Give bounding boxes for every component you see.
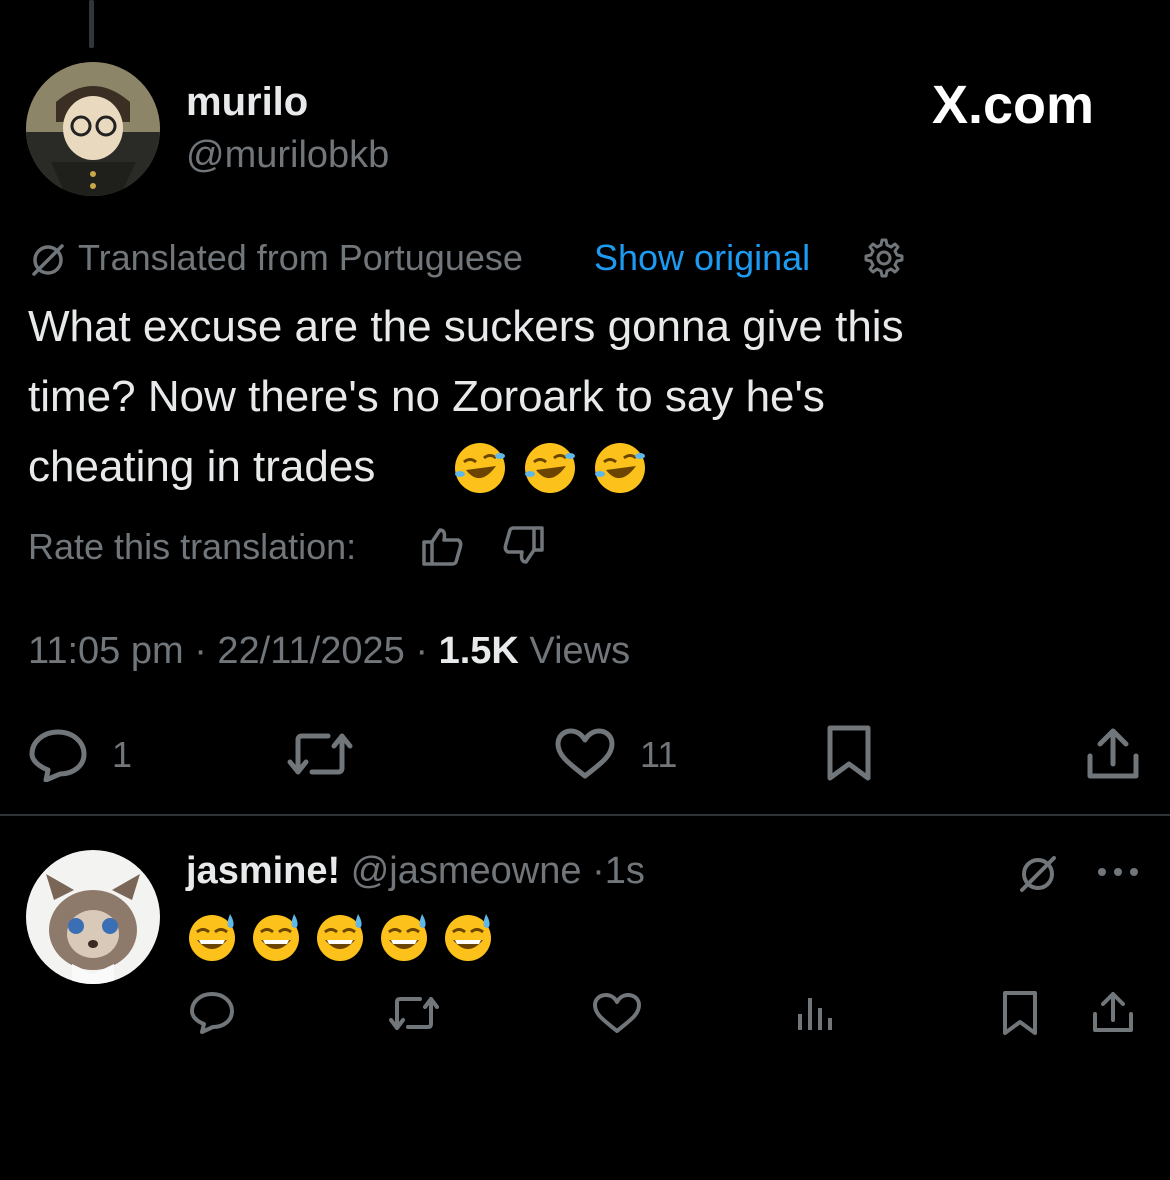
views-analytics-icon[interactable]: [796, 994, 836, 1032]
meta-separator-2: ·: [415, 630, 439, 672]
reply-share-icon[interactable]: [1090, 990, 1136, 1034]
author-name[interactable]: murilo: [186, 80, 308, 125]
reply-author-avatar[interactable]: [26, 850, 160, 984]
divider: [0, 814, 1170, 816]
author-avatar[interactable]: [26, 62, 160, 196]
reply-author-name[interactable]: jasmine!: [186, 850, 340, 892]
reply-icon[interactable]: [28, 728, 88, 782]
tweet-text-emoji: 🤣🤣🤣: [452, 440, 652, 501]
reply-separator: ·: [592, 850, 605, 892]
gear-icon[interactable]: [862, 236, 906, 280]
show-original-link[interactable]: Show original: [594, 237, 810, 279]
views-count: 1.5K: [438, 630, 519, 672]
bookmark-icon[interactable]: [824, 724, 874, 782]
brand-logo: X.com: [932, 75, 1095, 135]
translate-icon: [28, 240, 68, 280]
tweet-time[interactable]: 11:05 pm: [28, 630, 184, 672]
thread-connector-line: [89, 0, 94, 48]
reply-like-icon[interactable]: [592, 992, 642, 1034]
tweet-text-line-2: time? Now there's no Zoroark to say he's: [28, 372, 825, 421]
retweet-icon[interactable]: [284, 728, 356, 780]
reply-retweet-icon[interactable]: [386, 992, 442, 1034]
author-handle[interactable]: @murilobkb: [186, 134, 389, 177]
reply-reply-icon[interactable]: [188, 990, 236, 1034]
share-icon[interactable]: [1084, 726, 1142, 782]
reply-header: jasmine! @jasmeowne ·1s: [186, 850, 645, 893]
views-label: Views: [529, 630, 631, 672]
more-options-icon[interactable]: [1096, 866, 1140, 878]
tweet-date[interactable]: 22/11/2025: [217, 630, 404, 672]
thumbs-down-icon[interactable]: [502, 526, 546, 566]
rate-translation-label: Rate this translation:: [28, 526, 357, 567]
meta-separator-1: ·: [194, 630, 218, 672]
reply-count: 1: [112, 734, 133, 775]
reply-text-emoji: 😅😅😅😅😅: [186, 908, 498, 969]
tweet-text-line-1: What excuse are the suckers gonna give t…: [28, 302, 904, 351]
translated-label: Translated from Portuguese: [78, 237, 523, 278]
tweet-meta: 11:05 pm · 22/11/2025 · 1.5K Views: [28, 630, 630, 673]
thumbs-up-icon[interactable]: [420, 526, 464, 566]
tweet-text-line-3: cheating in trades: [28, 442, 376, 491]
like-count: 11: [640, 734, 678, 775]
reply-author-handle[interactable]: @jasmeowne: [351, 850, 582, 892]
like-icon[interactable]: [554, 728, 616, 780]
reply-age[interactable]: 1s: [605, 850, 645, 892]
reply-bookmark-icon[interactable]: [1000, 990, 1040, 1036]
reply-translate-icon[interactable]: [1016, 852, 1060, 896]
